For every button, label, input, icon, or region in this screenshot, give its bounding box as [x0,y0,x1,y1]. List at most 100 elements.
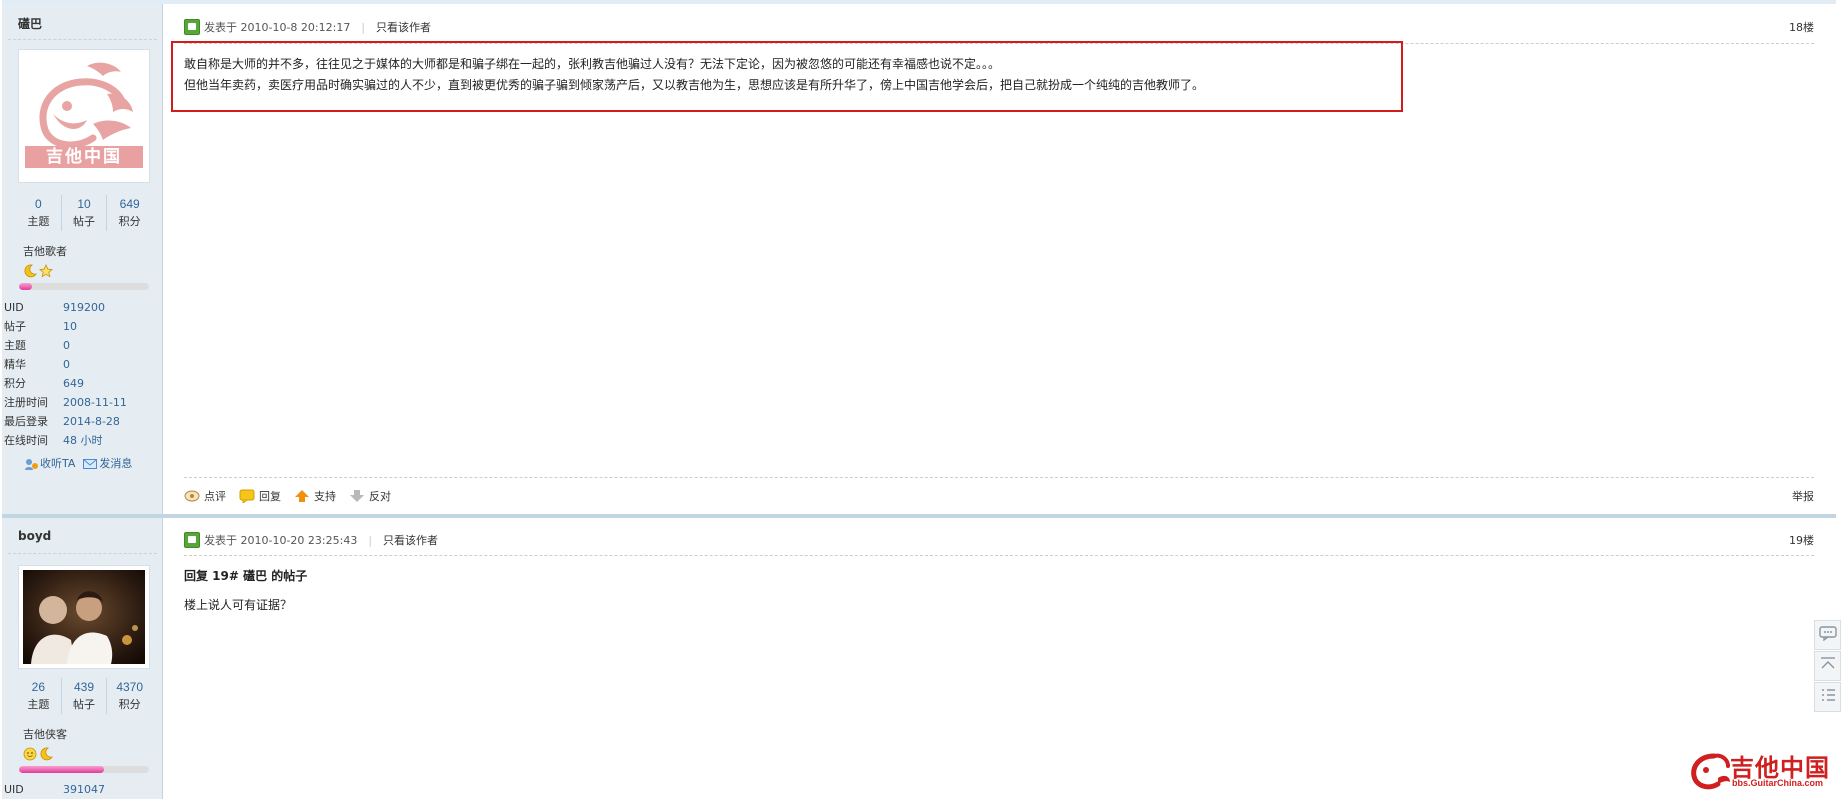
forum-thread-page: 礚巴 吉他中国 0 主题 10 帖子 649 积分 吉他歌者 UID 91920… [0,0,1841,799]
grade-icons [23,263,53,278]
info-key: 帖子 [4,320,26,333]
send-message-label: 发消息 [99,457,133,470]
separator: | [361,20,366,34]
info-value[interactable]: 919200 [63,298,105,317]
info-row: UID 919200 [4,298,162,317]
stat-points-value: 649 [119,197,140,211]
oppose-button[interactable]: 反对 [349,488,391,504]
online-status-icon [184,532,200,548]
info-key: UID [4,783,24,796]
online-status-icon [184,19,200,35]
info-key: 积分 [4,377,26,390]
avatar-caption: 吉他中国 [46,147,122,167]
author-name-link[interactable]: boyd [18,529,51,543]
guitarchina-watermark-icon [1691,753,1730,790]
rate-button[interactable]: 点评 [184,488,226,504]
author-info: UID 391047 [4,780,162,799]
post-footer: 点评 回复 支持 反对 举报 [184,486,1814,506]
reply-quote-title: 回复 19# 礚巴 的帖子 [184,569,308,583]
back-to-list-button[interactable] [1814,682,1841,712]
avatar[interactable]: 吉他中国 [18,49,150,183]
info-row: 积分 649 [4,374,162,393]
report-link[interactable]: 举报 [1792,488,1814,504]
stat-posts-label: 帖子 [73,215,95,228]
info-row: UID 391047 [4,780,162,799]
stat-posts[interactable]: 10 帖子 [62,195,108,231]
reply-icon [239,489,255,504]
info-value: 48 小时 [63,434,103,447]
post-line: 但他当年卖药，卖医疗用品时确实骗过的人不少，直到被更优秀的骗子骗到倾家荡产后，又… [184,78,1205,92]
send-message-button[interactable]: 发消息 [83,455,132,471]
author-stats-row: 26 主题 439 帖子 4370 积分 [16,678,152,714]
post-time: 发表于 2010-10-8 20:12:17 [204,21,351,34]
info-value: 2008-11-11 [63,396,127,409]
stat-threads[interactable]: 26 主题 [16,678,62,714]
support-label: 支持 [314,490,336,503]
avatar[interactable] [18,565,150,669]
info-row: 最后登录 2014-8-28 [4,412,162,431]
info-row: 精华 0 [4,355,162,374]
moon-icon [39,747,53,761]
info-value[interactable]: 649 [63,374,84,393]
only-author-link[interactable]: 只看该作者 [383,532,438,548]
post-content: 发表于 2010-10-20 23:25:43 | 只看该作者 19楼 回复 1… [163,518,1836,799]
follow-button[interactable]: 收听TA [24,455,75,471]
reply-button[interactable]: 回复 [239,488,281,504]
grade-progress-bar [19,283,149,290]
quick-reply-button[interactable] [1814,620,1841,650]
info-value[interactable]: 0 [63,355,70,374]
info-key: 最后登录 [4,415,48,428]
post-header: 发表于 2010-10-8 20:12:17 | 只看该作者 18楼 [184,16,1814,38]
floor-number[interactable]: 19楼 [1789,532,1814,548]
grade-icons [23,747,53,761]
follow-label: 收听TA [40,457,76,470]
info-value[interactable]: 10 [63,317,77,336]
only-author-link[interactable]: 只看该作者 [376,19,431,35]
floor-number[interactable]: 18楼 [1789,19,1814,35]
default-avatar-logo: 吉他中国 [23,54,145,178]
info-key: 主题 [4,339,26,352]
info-value[interactable]: 0 [63,336,70,355]
envelope-icon [83,458,98,470]
oppose-label: 反对 [369,490,391,503]
author-name-link[interactable]: 礚巴 [18,15,42,32]
avatar-photo [23,570,145,664]
info-key: 注册时间 [4,396,48,409]
divider [8,553,157,554]
stat-posts-value: 10 [77,197,91,211]
stat-posts-label: 帖子 [73,698,95,711]
stat-threads[interactable]: 0 主题 [16,195,62,231]
post-content: 发表于 2010-10-8 20:12:17 | 只看该作者 18楼 敢自称是大… [163,4,1836,514]
info-row: 在线时间 48 小时 [4,431,162,450]
user-grade[interactable]: 吉他歌者 [23,243,67,259]
author-actions: 收听TA 发消息 [24,455,132,471]
stat-points-label: 积分 [118,215,141,228]
stat-threads-label: 主题 [27,215,50,228]
rate-label: 点评 [204,490,226,503]
stat-points[interactable]: 4370 积分 [107,678,152,714]
info-value[interactable]: 391047 [63,780,105,799]
support-button[interactable]: 支持 [294,488,336,504]
divider [8,39,157,40]
post-header: 发表于 2010-10-20 23:25:43 | 只看该作者 19楼 [184,529,1814,551]
user-grade[interactable]: 吉他侠客 [23,726,67,742]
stat-points[interactable]: 649 积分 [107,195,152,231]
info-key: 精华 [4,358,26,371]
post-line: 敢自称是大师的并不多，往往见之于媒体的大师都是和骗子绑在一起的，张利教吉他骗过人… [184,57,1001,71]
watermark-url: bbs.GuitarChina.com [1732,778,1824,788]
stat-points-value: 4370 [116,680,144,694]
header-divider [184,555,1814,556]
info-row: 主题 0 [4,336,162,355]
info-row: 注册时间 2008-11-11 [4,393,162,412]
follow-icon [24,458,38,470]
grade-progress-fill [19,766,104,773]
post-body: 敢自称是大师的并不多，往往见之于媒体的大师都是和骗子绑在一起的，张利教吉他骗过人… [184,54,1204,96]
stat-threads-value: 0 [34,197,42,211]
info-key: UID [4,301,24,314]
arrow-top-icon [1819,656,1837,676]
author-sidebar: 礚巴 吉他中国 0 主题 10 帖子 649 积分 吉他歌者 UID 91920… [2,4,163,514]
stat-posts[interactable]: 439 帖子 [62,678,108,714]
stat-threads-label: 主题 [27,698,50,711]
back-to-top-button[interactable] [1814,651,1841,681]
user-photo-icon [23,570,145,664]
